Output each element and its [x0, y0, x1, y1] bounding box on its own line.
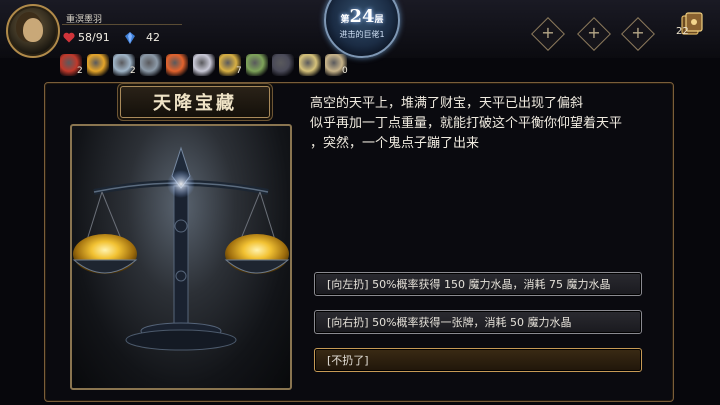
plus-icon: +: [541, 23, 555, 42]
choice-throw-left-button[interactable]: [向左扔] 50%概率获得 150 魔力水晶，消耗 75 魔力水晶: [314, 272, 642, 296]
shield-icon[interactable]: [298, 54, 321, 76]
deck-count: 22: [676, 26, 689, 37]
empty-slot-3[interactable]: +: [620, 16, 656, 52]
event-description: 高空的天平上，堆满了财宝，天平已出现了偏斜 似乎再加一丁点重量，就能打破这个平衡…: [310, 94, 670, 154]
item-count: 2: [77, 66, 83, 76]
event-title: 天降宝藏: [153, 93, 237, 114]
item-count: 2: [130, 66, 136, 76]
choice-throw-right-button[interactable]: [向右扔] 50%概率获得一张牌，消耗 50 魔力水晶: [314, 310, 642, 334]
harp-icon[interactable]: [192, 54, 215, 76]
orange-flask-icon[interactable]: [166, 54, 188, 76]
event-text-line: 似乎再加一丁点重量，就能打破这个平衡你仰望着天平: [310, 116, 623, 131]
golden-scale-illustration: [72, 146, 290, 351]
event-title-plaque: 天降宝藏: [120, 86, 270, 118]
heart-icon: [63, 32, 75, 43]
name-divider: [62, 24, 182, 25]
empty-slot-2[interactable]: +: [576, 16, 612, 52]
avatar-portrait: [23, 18, 43, 42]
floor-subtitle: 进击的巨佬1: [339, 30, 385, 39]
floor-number: 第24层: [340, 6, 384, 27]
event-illustration: [70, 124, 292, 390]
event-text-line: ，突然，一个鬼点子蹦了出来: [310, 136, 480, 151]
fried-shrimp-icon[interactable]: [86, 54, 109, 76]
plus-icon: +: [631, 23, 645, 42]
item-count: 7: [236, 66, 242, 76]
item-count: 0: [342, 66, 348, 76]
player-avatar[interactable]: [6, 4, 60, 58]
mana-crystal-icon: [125, 32, 135, 44]
choice-dont-throw-button[interactable]: [不扔了]: [314, 348, 642, 372]
hp-value: 58/91: [78, 31, 110, 44]
event-text-line: 高空的天平上，堆满了财宝，天平已出现了偏斜: [310, 96, 584, 111]
scroll-bottle-icon[interactable]: [245, 54, 268, 76]
dark-blade-icon[interactable]: [272, 54, 294, 76]
mana-value: 42: [146, 31, 160, 44]
empty-slot-1[interactable]: +: [530, 16, 566, 52]
hammer-icon[interactable]: [139, 54, 162, 76]
plus-icon: +: [587, 23, 601, 42]
